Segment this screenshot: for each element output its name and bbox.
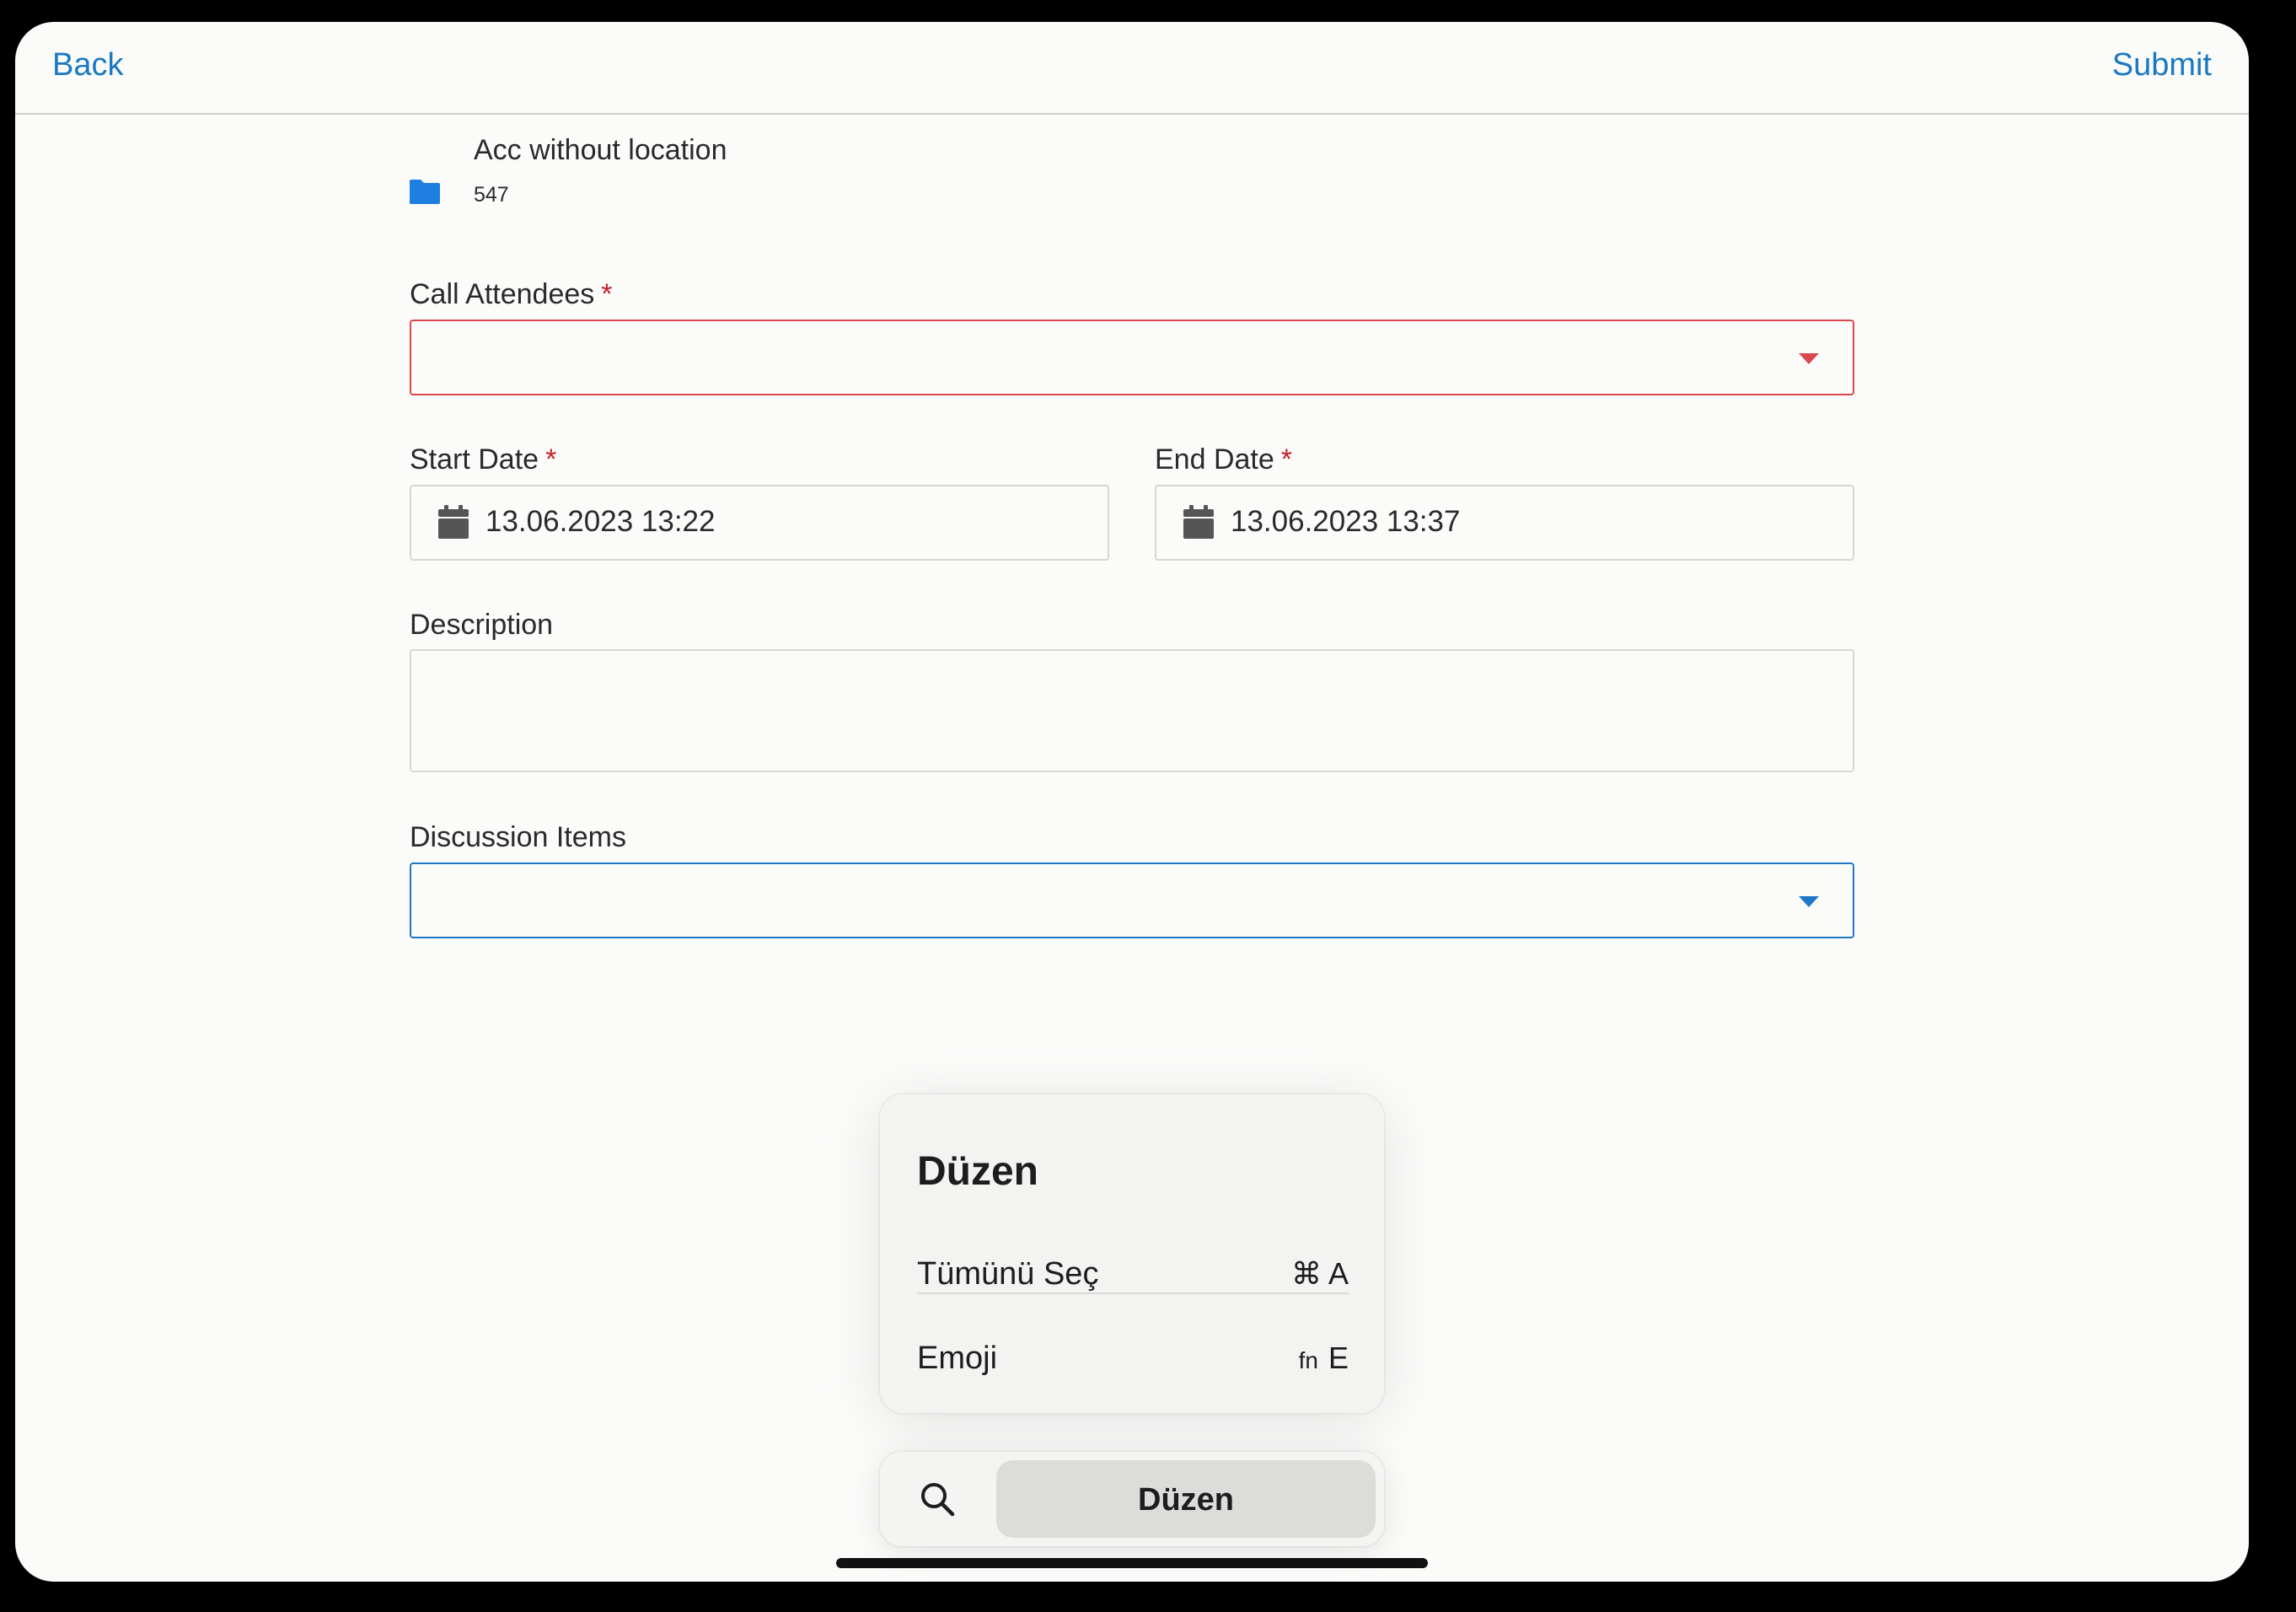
keyboard-toolbar: Düzen bbox=[880, 1452, 1384, 1546]
call-attendees-label-text: Call Attendees bbox=[410, 278, 595, 310]
calendar-icon bbox=[1183, 505, 1214, 539]
end-date-value: 13.06.2023 13:37 bbox=[1231, 505, 1461, 538]
submit-button[interactable]: Submit bbox=[2112, 47, 2212, 83]
start-date-field[interactable]: 13.06.2023 13:22 bbox=[410, 485, 1109, 561]
app-screen: Back Submit Acc without location 547 Cal… bbox=[15, 22, 2249, 1582]
menu-item-emoji[interactable]: Emoji fn E bbox=[917, 1334, 1349, 1384]
call-attendees-dropdown[interactable] bbox=[410, 320, 1854, 395]
end-date-field[interactable]: 13.06.2023 13:37 bbox=[1155, 485, 1854, 561]
required-mark: * bbox=[1280, 443, 1292, 476]
shortcut-modifier: ⌘ bbox=[1290, 1256, 1322, 1291]
menu-item-label: Tümünü Seç bbox=[917, 1256, 1099, 1292]
calendar-icon bbox=[438, 505, 469, 539]
start-date-label: Start Date * bbox=[410, 443, 556, 476]
search-icon[interactable] bbox=[917, 1479, 958, 1519]
shortcut-modifier: fn bbox=[1298, 1347, 1318, 1373]
edit-menu-button[interactable]: Düzen bbox=[996, 1460, 1376, 1538]
shortcut-key: E bbox=[1328, 1341, 1349, 1375]
start-date-value: 13.06.2023 13:22 bbox=[485, 505, 716, 538]
required-mark: * bbox=[601, 278, 613, 310]
call-attendees-label: Call Attendees * bbox=[410, 278, 613, 311]
edit-menu-title: Düzen bbox=[917, 1149, 1038, 1194]
account-code: 547 bbox=[474, 183, 509, 207]
caret-down-icon bbox=[1799, 896, 1819, 907]
caret-down-icon bbox=[1799, 353, 1819, 364]
required-mark: * bbox=[545, 443, 557, 476]
menu-divider bbox=[917, 1292, 1349, 1294]
discussion-items-dropdown[interactable] bbox=[410, 862, 1854, 938]
shortcut-key: A bbox=[1328, 1256, 1349, 1291]
home-indicator[interactable] bbox=[836, 1558, 1428, 1568]
end-date-label: End Date * bbox=[1155, 443, 1292, 476]
edit-menu-button-label: Düzen bbox=[1138, 1482, 1234, 1518]
description-label: Description bbox=[410, 609, 554, 641]
menu-item-shortcut: ⌘ A bbox=[1291, 1256, 1349, 1292]
account-name: Acc without location bbox=[474, 134, 727, 166]
menu-item-label: Emoji bbox=[917, 1341, 998, 1376]
back-button[interactable]: Back bbox=[52, 47, 123, 83]
folder-icon bbox=[410, 180, 440, 204]
end-date-label-text: End Date bbox=[1155, 443, 1274, 476]
start-date-label-text: Start Date bbox=[410, 443, 539, 476]
description-textarea[interactable] bbox=[410, 649, 1854, 772]
discussion-items-label: Discussion Items bbox=[410, 821, 626, 853]
menu-item-shortcut: fn E bbox=[1299, 1341, 1349, 1376]
edit-menu: Düzen Tümünü Seç ⌘ A Emoji fn E bbox=[880, 1094, 1384, 1413]
navigation-bar: Back Submit bbox=[15, 22, 2249, 115]
